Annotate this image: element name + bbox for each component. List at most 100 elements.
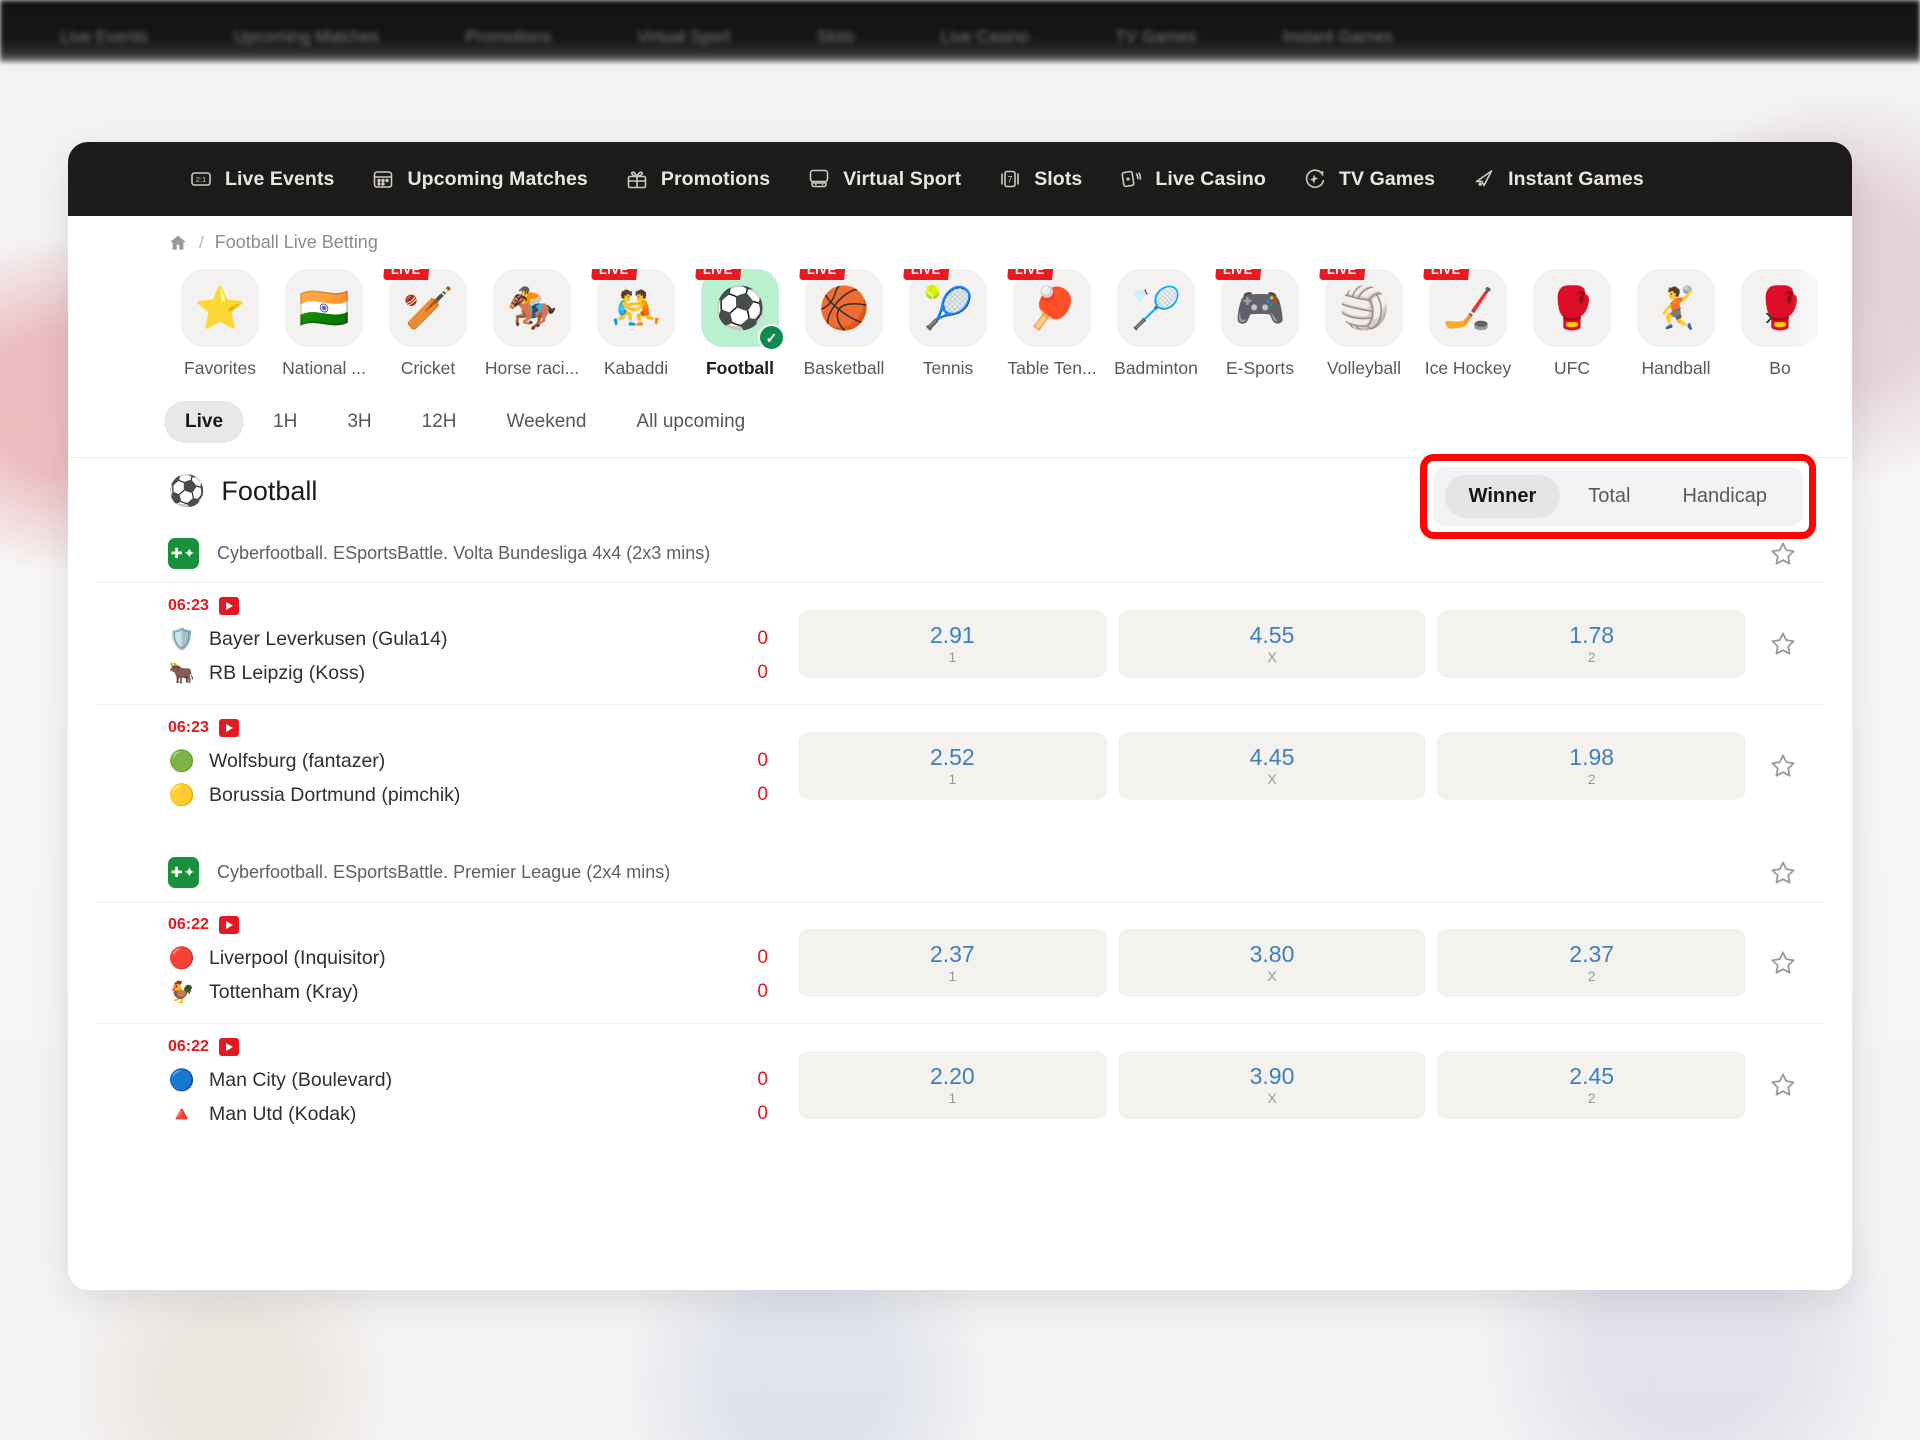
play-icon[interactable] bbox=[219, 719, 239, 737]
match-row[interactable]: 06:22🔵Man City (Boulevard)0🔺Man Utd (Kod… bbox=[96, 1024, 1824, 1145]
match-row[interactable]: 06:23🟢Wolfsburg (fantazer)0🟡Borussia Dor… bbox=[96, 705, 1824, 826]
team-logo-icon: 🔵 bbox=[168, 1066, 196, 1094]
nav-item-upcoming-matches[interactable]: Upcoming Matches bbox=[370, 166, 587, 192]
nav-item-label: Upcoming Matches bbox=[407, 168, 587, 191]
nav-item-live-casino[interactable]: Live Casino bbox=[1118, 166, 1266, 192]
sport-item-ufc[interactable]: 🥊UFC bbox=[1520, 269, 1624, 379]
odd-value: 3.90 bbox=[1250, 1063, 1295, 1089]
sport-item-tennis[interactable]: LIVE🎾Tennis bbox=[896, 269, 1000, 379]
market-tab-winner[interactable]: Winner bbox=[1445, 475, 1561, 518]
breadcrumb: / Football Live Betting bbox=[68, 216, 1852, 263]
time-filter-live[interactable]: Live bbox=[164, 401, 244, 443]
favorite-star-icon[interactable] bbox=[1768, 539, 1798, 569]
nav-item-instant-games[interactable]: Instant Games bbox=[1471, 166, 1644, 192]
odd-button[interactable]: 2.521 bbox=[798, 732, 1107, 800]
sport-label: E-Sports bbox=[1226, 358, 1294, 379]
sport-emoji-icon: 🇮🇳 bbox=[298, 288, 349, 329]
sport-label: Basketball bbox=[804, 358, 885, 379]
sport-item-football[interactable]: LIVE⚽✓Football bbox=[688, 269, 792, 379]
home-team-score: 0 bbox=[734, 1069, 768, 1091]
section-header: ⚽ Football WinnerTotalHandicap bbox=[68, 458, 1852, 525]
odd-label: 1 bbox=[948, 771, 956, 787]
blurred-topbar-item: TV Games bbox=[1115, 27, 1196, 47]
nav-item-label: TV Games bbox=[1339, 168, 1435, 191]
sport-item-table-ten[interactable]: LIVE🏓Table Ten... bbox=[1000, 269, 1104, 379]
sport-item-favorites[interactable]: ⭐ Favorites bbox=[168, 269, 272, 379]
match-info: 06:22🔵Man City (Boulevard)0🔺Man Utd (Kod… bbox=[168, 1038, 768, 1131]
cyberfootball-icon: ✚✦ bbox=[168, 538, 199, 569]
time-filter-3h[interactable]: 3H bbox=[326, 401, 392, 443]
odd-button[interactable]: 1.982 bbox=[1437, 732, 1746, 800]
sport-emoji-icon: 🏀 bbox=[818, 288, 869, 329]
odd-button[interactable]: 4.45X bbox=[1118, 732, 1427, 800]
home-team-name: Liverpool (Inquisitor) bbox=[209, 947, 721, 970]
play-icon[interactable] bbox=[219, 1038, 239, 1056]
sport-label: Favorites bbox=[184, 358, 256, 379]
odd-button[interactable]: 2.371 bbox=[798, 929, 1107, 997]
sport-item-kabaddi[interactable]: LIVE🤼Kabaddi bbox=[584, 269, 688, 379]
favorite-star-icon[interactable] bbox=[1768, 858, 1798, 888]
team-logo-icon: 🐓 bbox=[168, 978, 196, 1006]
sport-item-badminton[interactable]: 🏸Badminton bbox=[1104, 269, 1208, 379]
market-tab-handicap[interactable]: Handicap bbox=[1658, 475, 1791, 518]
live-badge: LIVE bbox=[903, 269, 950, 280]
league-block: ✚✦Cyberfootball. ESportsBattle. Premier … bbox=[96, 844, 1824, 1145]
time-filter-12h[interactable]: 12H bbox=[401, 401, 478, 443]
odd-button[interactable]: 3.90X bbox=[1118, 1051, 1427, 1119]
sport-emoji-icon: ⭐ bbox=[194, 288, 245, 329]
match-row[interactable]: 06:23🛡️Bayer Leverkusen (Gula14)0🐂RB Lei… bbox=[96, 583, 1824, 705]
sport-tile: 🏇 bbox=[493, 269, 571, 347]
odd-button[interactable]: 2.372 bbox=[1437, 929, 1746, 997]
sport-item-cricket[interactable]: LIVE🏏Cricket bbox=[376, 269, 480, 379]
sport-label: Tennis bbox=[923, 358, 974, 379]
league-name: Cyberfootball. ESportsBattle. Premier Le… bbox=[217, 862, 1750, 883]
sport-item-e-sports[interactable]: LIVE🎮E-Sports bbox=[1208, 269, 1312, 379]
sport-item-ice-hockey[interactable]: LIVE🏒Ice Hockey bbox=[1416, 269, 1520, 379]
odd-button[interactable]: 2.452 bbox=[1437, 1051, 1746, 1119]
favorite-star-icon[interactable] bbox=[1768, 751, 1798, 781]
odd-value: 2.37 bbox=[1569, 941, 1614, 967]
away-team-score: 0 bbox=[734, 784, 768, 806]
live-badge: LIVE bbox=[799, 269, 846, 280]
sport-item-horse-raci[interactable]: 🏇Horse raci... bbox=[480, 269, 584, 379]
chevron-right-icon[interactable]: › bbox=[1752, 299, 1786, 333]
time-filter-weekend[interactable]: Weekend bbox=[485, 401, 607, 443]
sport-item-basketball[interactable]: LIVE 🏀 Basketball bbox=[792, 269, 896, 379]
nav-item-tv-games[interactable]: TV Games bbox=[1302, 166, 1435, 192]
sport-tile: LIVE🏓 bbox=[1013, 269, 1091, 347]
sport-emoji-icon: 🤼 bbox=[610, 288, 661, 329]
nav-item-promotions[interactable]: Promotions bbox=[624, 166, 770, 192]
favorite-star-icon[interactable] bbox=[1768, 629, 1798, 659]
match-row[interactable]: 06:22🔴Liverpool (Inquisitor)0🐓Tottenham … bbox=[96, 902, 1824, 1024]
odd-label: X bbox=[1267, 771, 1276, 787]
away-team-score: 0 bbox=[734, 662, 768, 684]
home-icon[interactable] bbox=[168, 233, 188, 253]
time-filter-1h[interactable]: 1H bbox=[252, 401, 318, 443]
odd-button[interactable]: 2.201 bbox=[798, 1051, 1107, 1119]
time-filter-all-upcoming[interactable]: All upcoming bbox=[615, 401, 766, 443]
nav-item-virtual-sport[interactable]: Virtual Sport bbox=[806, 166, 961, 192]
sport-item-national[interactable]: 🇮🇳National ... bbox=[272, 269, 376, 379]
team-logo-icon: 🔴 bbox=[168, 944, 196, 972]
market-tab-total[interactable]: Total bbox=[1564, 475, 1654, 518]
odd-button[interactable]: 1.782 bbox=[1437, 610, 1746, 678]
favorite-star-icon[interactable] bbox=[1768, 1070, 1798, 1100]
sport-label: Football bbox=[706, 358, 774, 379]
svg-text:2:1: 2:1 bbox=[196, 175, 206, 184]
sparkle-circle-icon bbox=[1302, 166, 1328, 192]
sport-tile: LIVE🏏 bbox=[389, 269, 467, 347]
nav-item-slots[interactable]: 7Slots bbox=[997, 166, 1082, 192]
blurred-topbar-item: Slots bbox=[817, 27, 855, 47]
play-icon[interactable] bbox=[219, 916, 239, 934]
favorite-star-icon[interactable] bbox=[1768, 948, 1798, 978]
nav-item-live-events[interactable]: 2:1Live Events bbox=[188, 166, 334, 192]
sport-tile: LIVE🤼 bbox=[597, 269, 675, 347]
league-header[interactable]: ✚✦Cyberfootball. ESportsBattle. Volta Bu… bbox=[96, 525, 1824, 583]
play-icon[interactable] bbox=[219, 597, 239, 615]
odd-button[interactable]: 3.80X bbox=[1118, 929, 1427, 997]
odd-button[interactable]: 4.55X bbox=[1118, 610, 1427, 678]
sport-item-volleyball[interactable]: LIVE🏐Volleyball bbox=[1312, 269, 1416, 379]
odd-button[interactable]: 2.911 bbox=[798, 610, 1107, 678]
league-header[interactable]: ✚✦Cyberfootball. ESportsBattle. Premier … bbox=[96, 844, 1824, 902]
sport-item-handball[interactable]: 🤾Handball bbox=[1624, 269, 1728, 379]
